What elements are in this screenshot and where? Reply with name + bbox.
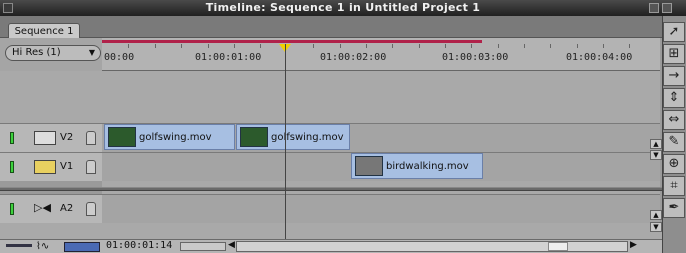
clip-thumbnail	[108, 127, 136, 147]
clip[interactable]: golfswing.mov	[104, 124, 235, 150]
crop-tool-icon[interactable]: ⌗	[663, 176, 685, 196]
scroll-thumb[interactable]	[548, 242, 568, 251]
lock-icon[interactable]	[86, 160, 96, 174]
track-height-icon[interactable]	[6, 244, 32, 247]
resolution-popup[interactable]: Hi Res (1) ▼	[5, 45, 101, 61]
lock-icon[interactable]	[86, 131, 96, 145]
horizontal-scrollbar[interactable]	[236, 241, 628, 252]
playhead-line	[285, 44, 286, 240]
scroll-up-icon[interactable]: ▲	[650, 210, 662, 220]
track-header-v2: V2	[0, 123, 102, 152]
collapse-box[interactable]	[662, 3, 672, 13]
clip-thumbnail	[240, 127, 268, 147]
scroll-down-icon[interactable]: ▼	[650, 222, 662, 232]
clip[interactable]: golfswing.mov	[236, 124, 350, 150]
track-select-tool-icon[interactable]: ⊞	[663, 44, 685, 64]
ruler-timecode: 01:00:01:00	[195, 52, 262, 63]
resolution-label: Hi Res (1)	[12, 47, 61, 58]
window-title: Timeline: Sequence 1 in Untitled Project…	[205, 1, 481, 14]
clip-label: birdwalking.mov	[386, 161, 469, 172]
zoom-box[interactable]	[649, 3, 659, 13]
track-name: V1	[60, 161, 74, 172]
slip-tool-icon[interactable]: ⇔	[663, 110, 685, 130]
clip-label: golfswing.mov	[271, 132, 344, 143]
ruler-timecode: 01:00:03:00	[442, 52, 509, 63]
clip[interactable]: birdwalking.mov	[351, 153, 483, 179]
zoom-tool-icon[interactable]: ⊕	[663, 154, 685, 174]
ruler-timecode: 01:00:04:00	[566, 52, 633, 63]
in-out-range-bar	[102, 40, 482, 43]
ruler-timecode: 01:00:02:00	[320, 52, 387, 63]
video-audio-divider[interactable]	[0, 187, 662, 191]
waveform-icon[interactable]: ⌇∿	[36, 241, 49, 252]
forward-select-tool-icon[interactable]: →	[663, 66, 685, 86]
left-arrow-icon[interactable]: ◀	[228, 240, 235, 250]
film-icon	[34, 160, 56, 174]
track-name: A2	[60, 203, 74, 214]
chevron-down-icon: ▼	[88, 48, 95, 57]
track-header-blank	[0, 71, 102, 123]
film-icon	[34, 131, 56, 145]
zoom-slider[interactable]	[180, 242, 226, 251]
track-header-v1: V1	[0, 152, 102, 181]
track-visibility-toggle[interactable]	[10, 203, 14, 215]
scroll-down-icon[interactable]: ▼	[650, 150, 662, 160]
track-size-icon[interactable]	[64, 242, 100, 252]
pen-tool-icon[interactable]: ✒	[663, 198, 685, 218]
track-name: V2	[60, 132, 74, 143]
scroll-up-icon[interactable]: ▲	[650, 139, 662, 149]
track-header-a2: ▷◀ A2	[0, 194, 102, 223]
roll-tool-icon[interactable]: ⇕	[663, 88, 685, 108]
track-visibility-toggle[interactable]	[10, 161, 14, 173]
clip-label: golfswing.mov	[139, 132, 212, 143]
clip-thumbnail	[355, 156, 383, 176]
current-timecode[interactable]: 01:00:01:14	[106, 240, 172, 251]
track-blank	[0, 223, 662, 239]
selection-tool-icon[interactable]: ➚	[663, 22, 685, 42]
ruler-timecode: 00:00	[104, 52, 135, 63]
track-a2	[102, 194, 660, 223]
lock-icon[interactable]	[86, 202, 96, 216]
right-arrow-icon[interactable]: ▶	[630, 240, 637, 250]
title-bar: Timeline: Sequence 1 in Untitled Project…	[0, 0, 686, 16]
speaker-icon: ▷◀	[34, 201, 51, 214]
razor-tool-icon[interactable]: ✎	[663, 132, 685, 152]
tab-sequence-1[interactable]: Sequence 1	[8, 23, 80, 39]
tab-row	[0, 16, 662, 38]
track-visibility-toggle[interactable]	[10, 132, 14, 144]
